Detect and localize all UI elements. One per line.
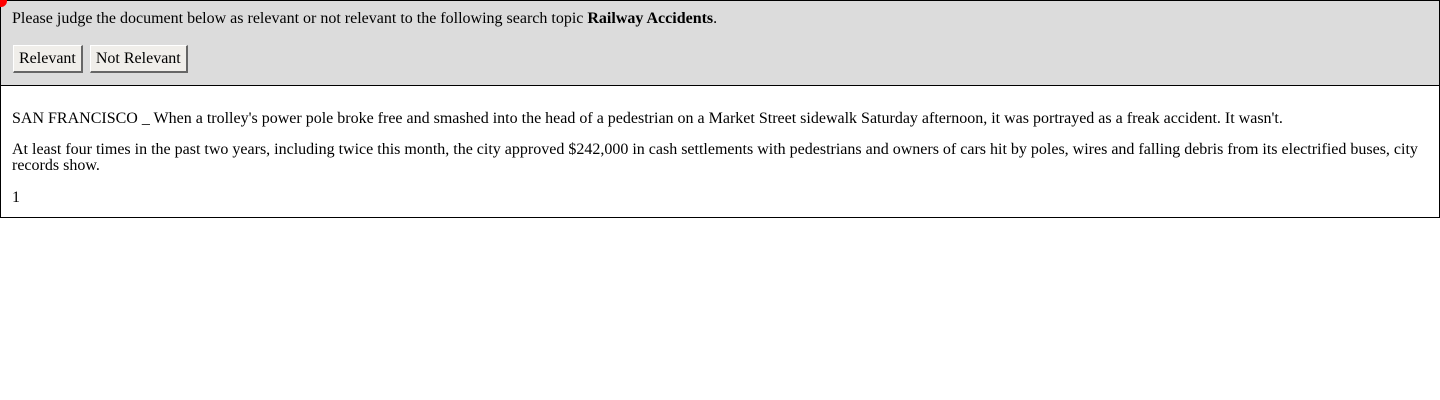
instruction-suffix: . <box>713 10 718 27</box>
document-panel: SAN FRANCISCO _ When a trolley's power p… <box>0 85 1440 218</box>
document-paragraph: SAN FRANCISCO _ When a trolley's power p… <box>12 110 1283 127</box>
instruction-text: Please judge the document below as relev… <box>12 10 717 28</box>
relevant-button[interactable]: Relevant <box>13 45 83 73</box>
document-page-number: 1 <box>12 189 20 206</box>
judgement-panel: Please judge the document below as relev… <box>0 0 1440 86</box>
document-paragraph: At least four times in the past two year… <box>12 141 1418 174</box>
button-group: Relevant Not Relevant <box>13 45 188 73</box>
search-topic: Railway Accidents <box>587 10 714 27</box>
instruction-prefix: Please judge the document below as relev… <box>12 10 588 27</box>
not-relevant-button[interactable]: Not Relevant <box>89 45 188 73</box>
